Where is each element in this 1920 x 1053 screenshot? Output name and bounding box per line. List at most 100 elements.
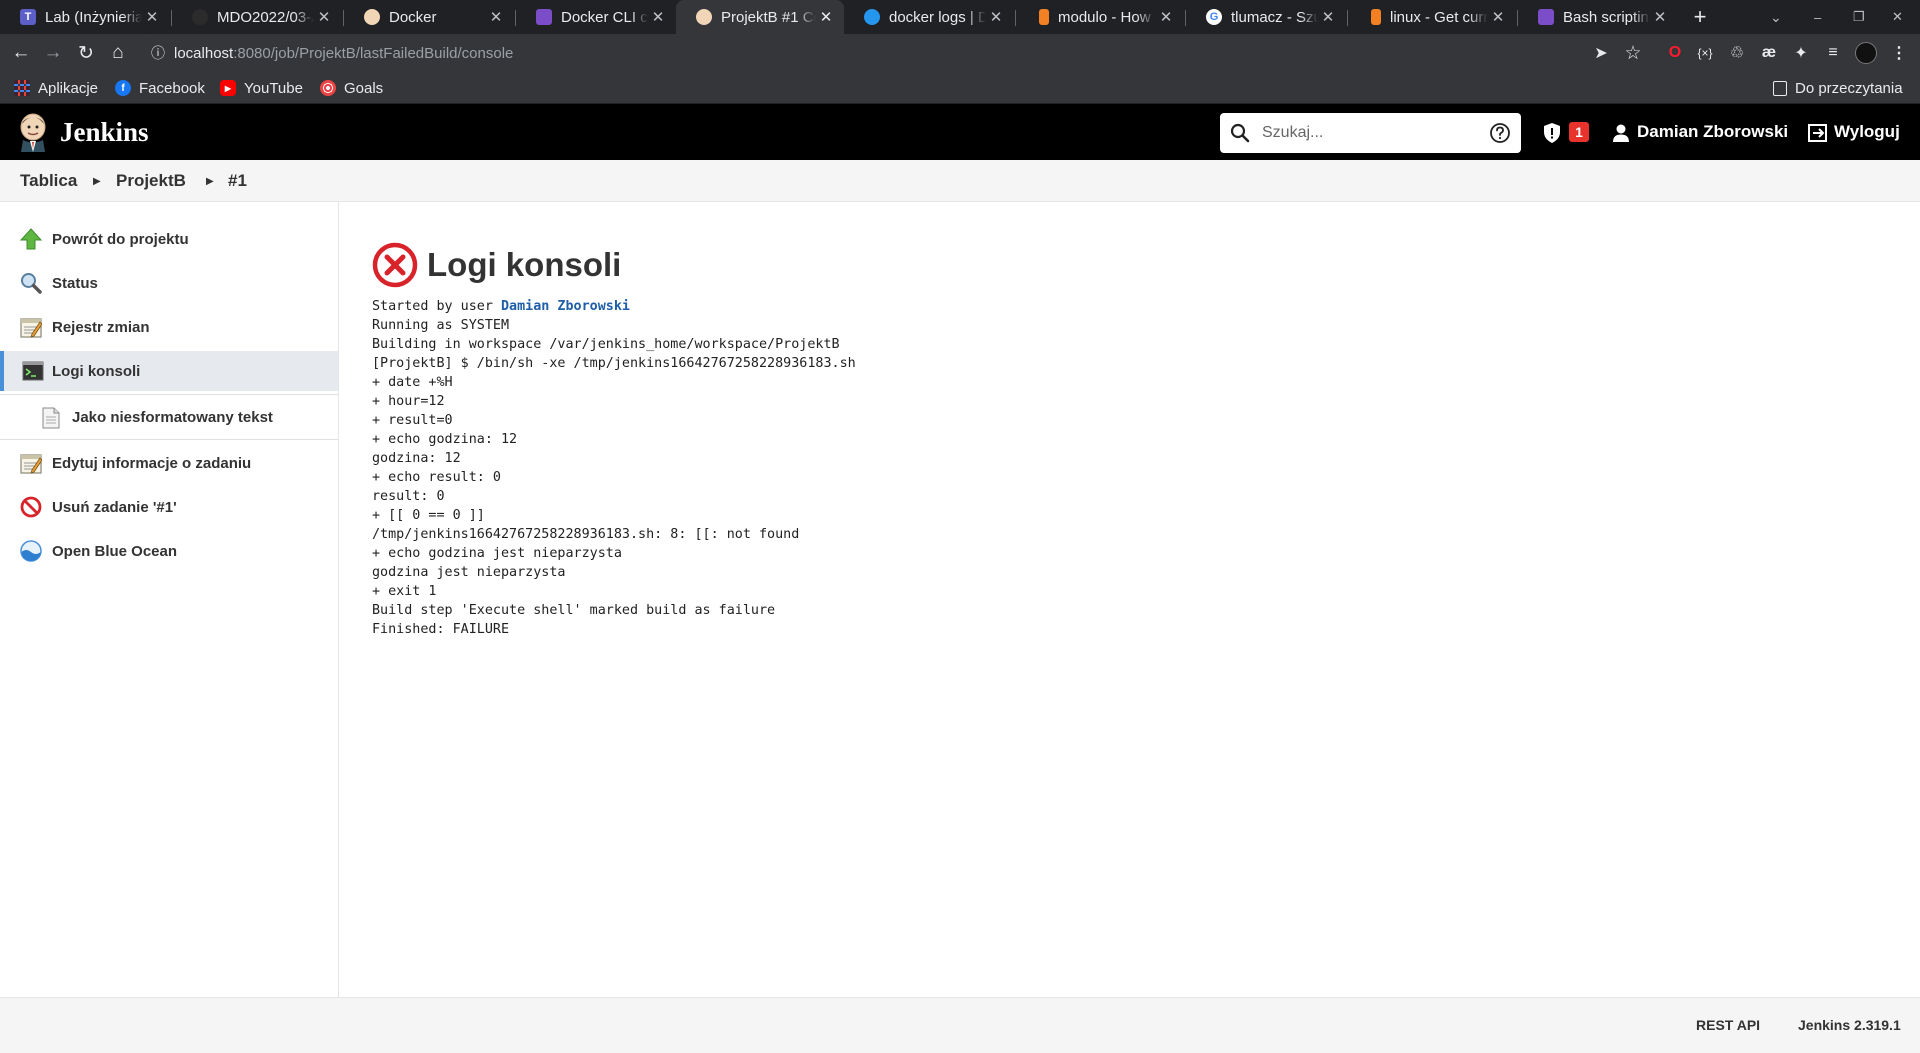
bookmark-apps[interactable]: Aplikacje [14,72,98,104]
close-icon[interactable]: ✕ [486,8,506,26]
sidebar-item-edit-build-info[interactable]: Edytuj informacje o zadaniu [0,443,338,483]
url-text[interactable]: localhost:8080/job/ProjektB/lastFailedBu… [174,34,513,72]
close-icon[interactable]: ✕ [1318,8,1338,26]
forward-icon[interactable]: → [38,34,68,72]
close-icon[interactable]: ✕ [816,8,836,26]
opera-extension-icon[interactable]: O [1660,34,1690,72]
logout-link[interactable]: Wyloguj [1834,104,1900,160]
sidebar-item-label: Open Blue Ocean [52,542,178,560]
close-icon[interactable]: ✕ [142,8,162,26]
browser-tab[interactable]: Docker ✕ [344,0,514,34]
send-icon[interactable]: ➤ [1586,34,1616,72]
browser-tab[interactable]: linux - Get curre ✕ [1348,0,1516,34]
extensions-puzzle-icon[interactable]: ✦ [1786,34,1816,72]
sidebar-item-delete-build[interactable]: Usuń zadanie '#1' [0,487,338,527]
reload-icon[interactable]: ↻ [71,34,101,72]
browser-tab[interactable]: docker logs | D ✕ [844,0,1014,34]
restore-icon[interactable]: ❐ [1853,0,1865,34]
search-input[interactable] [1262,118,1472,148]
sidebar-item-console-log[interactable]: Logi konsoli [0,351,338,391]
close-icon[interactable]: ✕ [1488,8,1508,26]
jenkins-logo-icon[interactable] [16,112,50,152]
star-icon[interactable]: ☆ [1618,34,1648,72]
browser-tab[interactable]: modulo - How t ✕ [1016,0,1184,34]
bookmark-icon [1538,9,1554,25]
close-icon[interactable]: ✕ [1156,8,1176,26]
close-icon[interactable]: ✕ [1650,8,1670,26]
chevron-right-icon[interactable]: ▶ [206,160,214,202]
browser-tab[interactable]: Docker CLI che ✕ [516,0,676,34]
breadcrumb [0,160,1920,202]
browser-tab-strip: T Lab (Inżynieria ✕ MDO2022/03-A ✕ Docke… [0,0,1920,34]
bookmark-label: Facebook [139,79,205,97]
browser-tab[interactable]: T Lab (Inżynieria ✕ [0,0,170,34]
bookmark-facebook[interactable]: f Facebook [115,72,205,104]
rest-api-link[interactable]: REST API [1696,997,1760,1053]
user-icon [1613,124,1629,142]
goals-icon [320,80,336,96]
breadcrumb-build[interactable]: #1 [228,160,247,202]
home-icon[interactable]: ⌂ [103,34,133,72]
sidebar-item-label: Rejestr zmian [52,318,150,336]
sidebar-item-label: Edytuj informacje o zadaniu [52,454,252,472]
console-output: Started by user Damian Zborowski Running … [372,297,856,639]
browser-tab[interactable]: MDO2022/03-A ✕ [172,0,342,34]
user-link[interactable]: Damian Zborowski [1637,104,1788,160]
recycle-extension-icon[interactable]: ♲ [1722,34,1752,72]
tab-title: ProjektB #1 Co [721,8,816,26]
jenkins-version-link[interactable]: Jenkins 2.319.1 [1798,997,1901,1053]
jenkins-title[interactable]: Jenkins [60,104,149,160]
no-entry-icon [20,496,42,518]
browser-tab[interactable]: G tlumacz - Szuka ✕ [1186,0,1346,34]
close-icon[interactable]: ✕ [986,8,1006,26]
google-icon: G [1206,9,1222,25]
console-line: godzina: 12 [372,451,461,466]
profile-avatar[interactable] [1851,34,1881,72]
close-icon[interactable]: ✕ [648,8,668,26]
browser-tab-active[interactable]: ProjektB #1 Co ✕ [676,0,844,34]
json-extension-icon[interactable]: {×} [1690,34,1720,72]
bookmark-label: YouTube [244,79,303,97]
terminal-icon [22,361,44,381]
console-line: Building in workspace /var/jenkins_home/… [372,337,840,352]
alert-count-badge[interactable]: 1 [1569,122,1589,142]
site-info-icon[interactable]: ⓘ [143,34,173,72]
help-icon[interactable] [1489,122,1511,144]
reading-list[interactable]: Do przeczytania [1773,72,1903,104]
console-line: Finished: FAILURE [372,622,510,637]
sidebar-item-changes[interactable]: Rejestr zmian [0,307,338,347]
console-line: godzina jest nieparzysta [372,565,566,580]
bookmark-youtube[interactable]: ▶ YouTube [220,72,303,104]
jenkins-icon [364,9,380,25]
security-shield-icon[interactable] [1542,122,1562,144]
teams-icon: T [20,9,36,25]
chevron-right-icon[interactable]: ▶ [93,160,101,202]
browser-menu-icon[interactable]: ⋮ [1884,34,1914,72]
console-line: + echo godzina: 12 [372,432,518,447]
tab-title: Lab (Inżynieria [45,8,142,26]
tab-title: Docker [389,8,437,26]
user-profile-link[interactable]: Damian Zborowski [501,299,630,314]
close-icon[interactable]: ✕ [314,8,334,26]
back-icon[interactable]: ← [6,34,36,72]
new-tab-button[interactable]: + [1686,0,1714,34]
console-line: + echo godzina jest nieparzysta [372,546,622,561]
sidebar-subitem-plain-text[interactable]: Jako niesformatowany tekst [0,394,338,440]
sidebar-item-status[interactable]: Status [0,263,338,303]
sidebar-item-blue-ocean[interactable]: Open Blue Ocean [0,531,338,571]
browser-tab[interactable]: Bash scripting ✕ [1518,0,1678,34]
bookmark-goals[interactable]: Goals [320,72,383,104]
docker-icon [864,9,880,25]
breadcrumb-project[interactable]: ProjektB [116,160,186,202]
tab-title: docker logs | D [889,8,986,26]
breadcrumb-dashboard[interactable]: Tablica [20,160,77,202]
reading-mode-icon[interactable]: ≡ [1818,34,1848,72]
minimize-icon[interactable]: – [1814,0,1821,34]
sidebar-item-label: Powrót do projektu [52,230,189,248]
sidebar-item-back-to-project[interactable]: Powrót do projektu [0,219,338,259]
bookmarks-bar: Aplikacje f Facebook ▶ YouTube Goals Do … [0,72,1920,104]
ae-extension-icon[interactable]: æ [1754,34,1784,72]
logout-icon [1808,124,1827,142]
window-close-icon[interactable]: ✕ [1892,0,1903,34]
tab-search-chevron-icon[interactable]: ⌄ [1770,0,1782,34]
